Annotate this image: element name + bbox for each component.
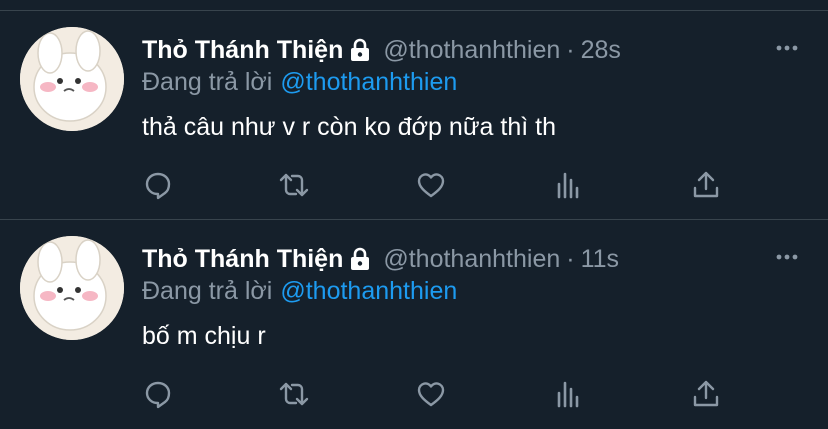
action-bar [0, 169, 828, 205]
tweet-header: Thỏ Thánh Thiện @thothanhthien · 11s [142, 242, 619, 276]
share-icon [693, 171, 719, 198]
views-button[interactable] [553, 169, 585, 201]
reply-mention-link[interactable]: @thothanhthien [280, 277, 457, 305]
separator-dot: · [566, 244, 575, 273]
more-icon[interactable] [774, 35, 800, 61]
display-name[interactable]: Thỏ Thánh Thiện [142, 36, 343, 65]
lock-icon [351, 247, 370, 270]
share-button[interactable] [690, 169, 722, 201]
timestamp[interactable]: 11s [581, 245, 619, 274]
action-bar [0, 378, 828, 414]
retweet-button[interactable] [278, 378, 310, 410]
views-icon [557, 381, 579, 408]
handle[interactable]: @thothanhthien [383, 245, 560, 274]
handle[interactable]: @thothanhthien [383, 36, 560, 65]
separator-dot: · [566, 35, 575, 64]
like-button[interactable] [415, 378, 447, 410]
reply-mention-link[interactable]: @thothanhthien [280, 68, 457, 96]
like-button[interactable] [415, 169, 447, 201]
lock-icon [351, 38, 370, 61]
retweet-button[interactable] [278, 169, 310, 201]
reply-prefix: Đang trả lời [142, 68, 273, 96]
reply-icon [145, 381, 171, 409]
reply-icon [145, 172, 171, 200]
replying-to: Đang trả lời @thothanhthien [142, 277, 457, 306]
tweet[interactable]: Thỏ Thánh Thiện @thothanhthien · 11s Đan… [0, 220, 828, 429]
tweet-header: Thỏ Thánh Thiện @thothanhthien · 28s [142, 33, 621, 67]
tweet[interactable]: Thỏ Thánh Thiện @thothanhthien · 28s Đan… [0, 11, 828, 220]
tweet-text: bố m chịu r [142, 322, 266, 350]
share-icon [693, 380, 719, 407]
timestamp[interactable]: 28s [581, 36, 621, 65]
retweet-icon [279, 173, 309, 197]
tweet-text: thả câu như v r còn ko đớp nữa thì th [142, 113, 556, 141]
bunny-avatar-icon [20, 27, 124, 131]
reply-button[interactable] [142, 169, 174, 201]
avatar[interactable] [20, 27, 124, 131]
retweet-icon [279, 382, 309, 406]
reply-button[interactable] [142, 378, 174, 410]
more-icon[interactable] [774, 244, 800, 270]
share-button[interactable] [690, 378, 722, 410]
top-divider [0, 0, 828, 11]
replying-to: Đang trả lời @thothanhthien [142, 68, 457, 97]
bunny-avatar-icon [20, 236, 124, 340]
like-icon [417, 382, 445, 407]
views-icon [557, 172, 579, 199]
like-icon [417, 173, 445, 198]
display-name[interactable]: Thỏ Thánh Thiện [142, 245, 343, 274]
reply-prefix: Đang trả lời [142, 277, 273, 305]
avatar[interactable] [20, 236, 124, 340]
views-button[interactable] [553, 378, 585, 410]
